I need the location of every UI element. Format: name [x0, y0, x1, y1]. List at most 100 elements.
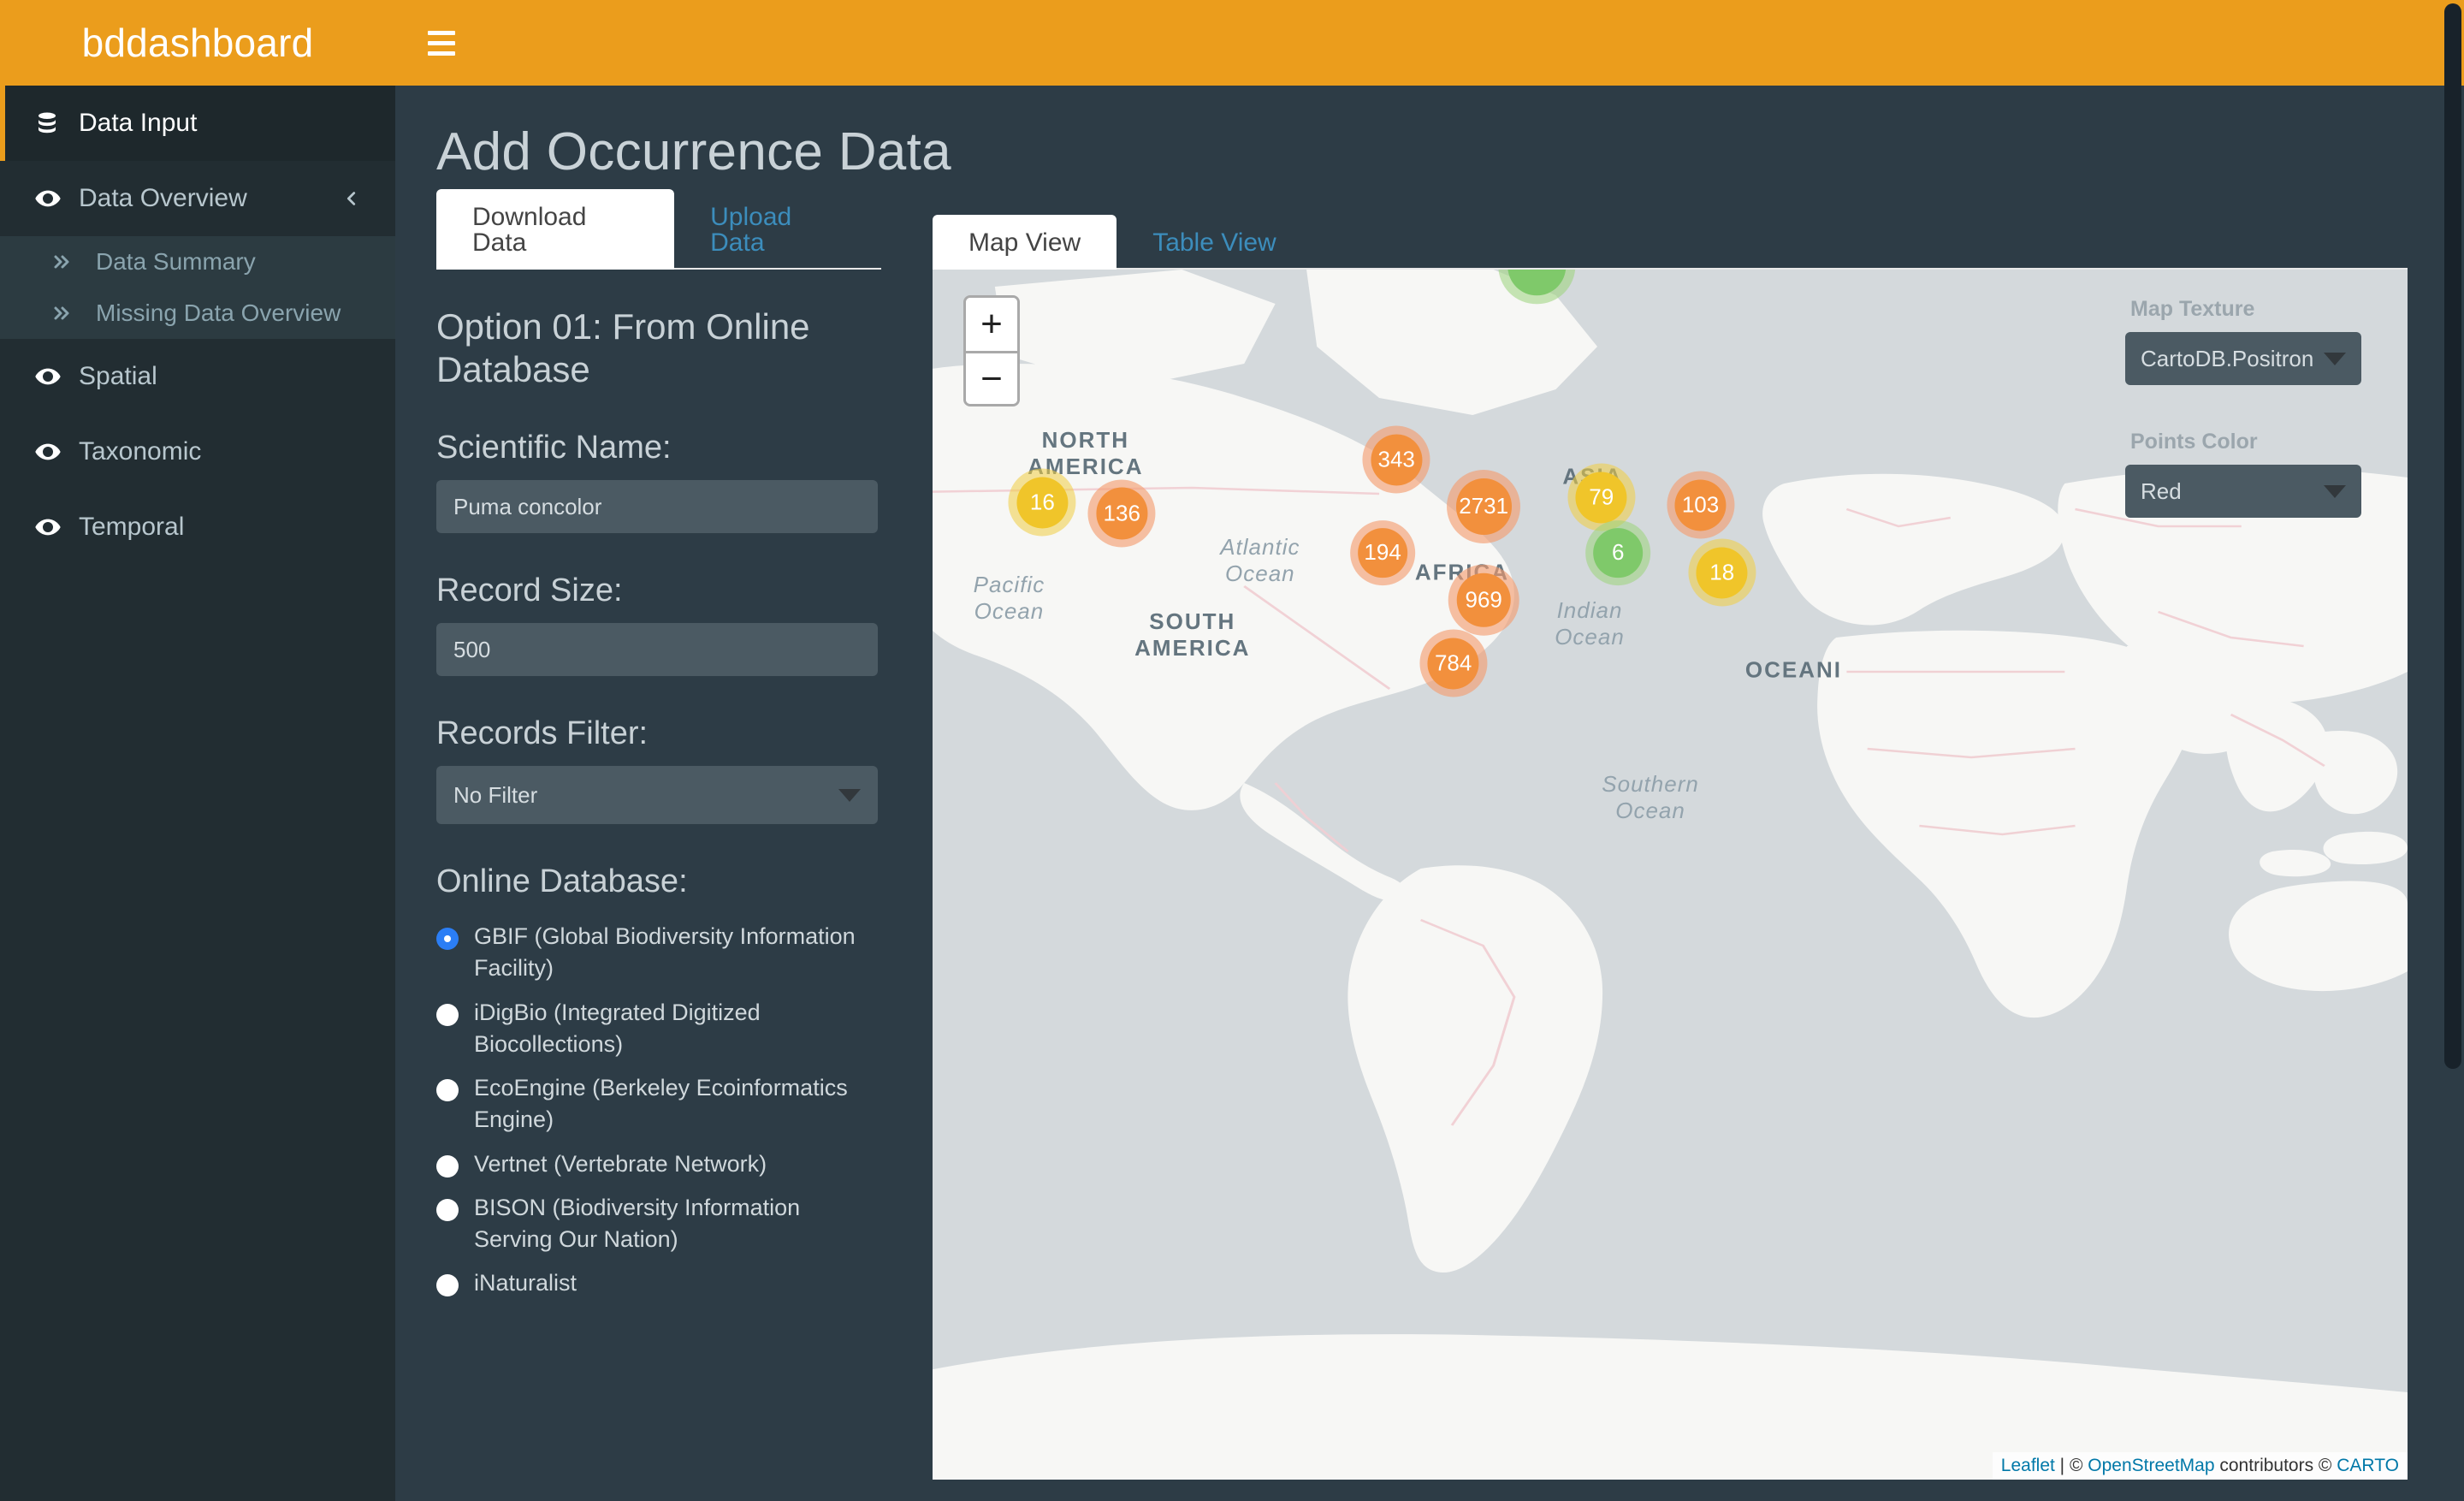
scrollbar-thumb[interactable]	[2444, 3, 2461, 1069]
map-controls: Map Texture CartoDB.Positron Points Colo…	[2125, 297, 2361, 518]
radio-indicator[interactable]	[436, 1274, 459, 1297]
radio-indicator[interactable]	[436, 1003, 459, 1026]
sidebar-item-spatial[interactable]: Spatial	[0, 339, 395, 414]
database-icon	[34, 110, 79, 136]
carto-link[interactable]: CARTO	[2337, 1456, 2399, 1475]
map-cluster-marker[interactable]: 136	[1087, 479, 1156, 548]
option-heading: Option 01: From Online Database	[436, 306, 810, 389]
map-cluster-marker[interactable]: 2731	[1447, 470, 1521, 543]
radio-indicator[interactable]	[436, 1154, 459, 1178]
download-panel: Download Data Upload Data Option 01: Fro…	[436, 189, 881, 1480]
hamburger-icon[interactable]	[428, 30, 455, 56]
openstreetmap-link[interactable]: OpenStreetMap	[2088, 1456, 2214, 1475]
leaflet-map[interactable]: + − Map Texture CartoDB.Positron Points	[933, 270, 2408, 1480]
sidebar-item-data-input[interactable]: Data Input	[0, 86, 395, 161]
cluster-count: 6	[1593, 528, 1643, 578]
map-cluster-marker[interactable]: 343	[1362, 425, 1430, 494]
tab-download-data[interactable]: Download Data	[436, 189, 675, 270]
radio-label: EcoEngine (Berkeley Ecoinformatics Engin…	[474, 1075, 848, 1133]
sidebar-item-data-summary[interactable]: Data Summary	[0, 236, 395, 288]
sidebar-item-label: Data Overview	[79, 184, 247, 212]
double-chevron-right-icon	[51, 303, 96, 323]
tab-upload-data[interactable]: Upload Data	[674, 189, 881, 270]
map-cluster-marker[interactable]: 194	[1350, 520, 1415, 585]
sidebar-subitem-label: Data Summary	[96, 248, 256, 275]
map-texture-value: CartoDB.Positron	[2141, 345, 2314, 371]
attribution-middle: contributors ©	[2214, 1456, 2337, 1475]
cluster-count: 16	[1016, 476, 1069, 529]
map-cluster-marker[interactable]: 103	[1666, 471, 1735, 539]
eye-icon	[34, 438, 79, 466]
radio-option-vertnet[interactable]: Vertnet (Vertebrate Network)	[436, 1148, 881, 1180]
tab-map-view[interactable]: Map View	[933, 215, 1117, 270]
cluster-count: 194	[1358, 528, 1407, 578]
radio-option-idigbio[interactable]: iDigBio (Integrated Digitized Biocollect…	[436, 997, 881, 1061]
record-size-input[interactable]	[436, 623, 878, 677]
cluster-count: 969	[1456, 573, 1511, 627]
map-cluster-marker[interactable]: 16	[1008, 468, 1076, 537]
map-attribution: Leaflet | © OpenStreetMap contributors ©…	[1992, 1452, 2408, 1480]
radio-label: iDigBio (Integrated Digitized Biocollect…	[474, 999, 761, 1057]
chevron-down-icon	[838, 788, 861, 802]
radio-option-bison[interactable]: BISON (Biodiversity Information Serving …	[436, 1192, 881, 1256]
brand-title: bddashboard	[0, 0, 395, 86]
sidebar-item-temporal[interactable]: Temporal	[0, 489, 395, 565]
cluster-count: 136	[1096, 487, 1148, 540]
scientific-name-label: Scientific Name:	[436, 430, 672, 466]
sidebar-item-label: Spatial	[79, 362, 157, 390]
chevron-down-icon	[2324, 484, 2346, 498]
zoom-in-button[interactable]: +	[966, 298, 1017, 351]
map-cluster-marker[interactable]: 784	[1419, 629, 1488, 697]
sidebar-item-data-overview[interactable]: Data Overview	[0, 161, 395, 236]
chevron-down-icon	[2324, 352, 2346, 365]
radio-label: GBIF (Global Biodiversity Information Fa…	[474, 923, 856, 982]
cluster-count	[1507, 270, 1567, 295]
radio-option-gbif[interactable]: GBIF (Global Biodiversity Information Fa…	[436, 921, 881, 985]
cluster-count: 103	[1674, 478, 1727, 531]
online-database-label: Online Database:	[436, 863, 688, 900]
radio-indicator[interactable]	[436, 1079, 459, 1102]
right-tab-strip: Map View Table View	[933, 213, 2408, 270]
records-filter-select[interactable]: No Filter	[436, 766, 878, 825]
page-title: Add Occurrence Data	[436, 122, 951, 181]
panels: Download Data Upload Data Option 01: Fro…	[395, 182, 2464, 1480]
eye-icon	[34, 513, 79, 541]
tab-table-view[interactable]: Table View	[1116, 215, 1312, 270]
radio-option-inaturalist[interactable]: iNaturalist	[436, 1267, 881, 1299]
scientific-name-input[interactable]	[436, 480, 878, 534]
points-color-select[interactable]: Red	[2125, 465, 2361, 518]
radio-option-ecoengine[interactable]: EcoEngine (Berkeley Ecoinformatics Engin…	[436, 1072, 881, 1136]
leaflet-link[interactable]: Leaflet	[2001, 1456, 2055, 1475]
zoom-out-button[interactable]: −	[966, 351, 1017, 404]
eye-icon	[34, 185, 79, 212]
cluster-count: 79	[1575, 471, 1627, 524]
eye-icon	[34, 363, 79, 390]
double-chevron-right-icon	[51, 252, 96, 272]
radio-indicator[interactable]	[436, 1198, 459, 1221]
sidebar-item-label: Temporal	[79, 513, 185, 541]
sidebar-item-missing-data-overview[interactable]: Missing Data Overview	[0, 288, 395, 339]
page-scrollbar[interactable]	[2442, 0, 2464, 1501]
topbar	[395, 0, 2464, 86]
radio-label: Vertnet (Vertebrate Network)	[474, 1150, 767, 1177]
sidebar-submenu: Data Summary Missing Data Overview	[0, 236, 395, 339]
sidebar-item-taxonomic[interactable]: Taxonomic	[0, 414, 395, 489]
chevron-left-icon[interactable]	[342, 189, 361, 208]
sidebar-nav: Data Input Data Overview Data Summary Mi…	[0, 86, 395, 565]
cluster-count: 2731	[1455, 478, 1512, 535]
radio-indicator[interactable]	[436, 928, 459, 951]
left-tab-strip: Download Data Upload Data	[436, 189, 881, 270]
map-texture-select[interactable]: CartoDB.Positron	[2125, 332, 2361, 385]
map-cluster-marker[interactable]: 6	[1585, 520, 1651, 585]
points-color-value: Red	[2141, 478, 2182, 504]
sidebar-subitem-label: Missing Data Overview	[96, 300, 341, 326]
map-cluster-marker[interactable]: 18	[1688, 538, 1756, 607]
cluster-count: 784	[1427, 637, 1479, 690]
map-texture-label: Map Texture	[2130, 297, 2255, 321]
record-size-label: Record Size:	[436, 573, 623, 609]
sidebar-item-label: Taxonomic	[79, 437, 202, 466]
online-database-radio-group: GBIF (Global Biodiversity Information Fa…	[436, 921, 881, 1300]
app-root: bddashboard Data Input Data Overview Dat…	[0, 0, 2464, 1501]
map-cluster-marker[interactable]: 969	[1448, 564, 1519, 636]
map-zoom-control[interactable]: + −	[963, 295, 1020, 406]
